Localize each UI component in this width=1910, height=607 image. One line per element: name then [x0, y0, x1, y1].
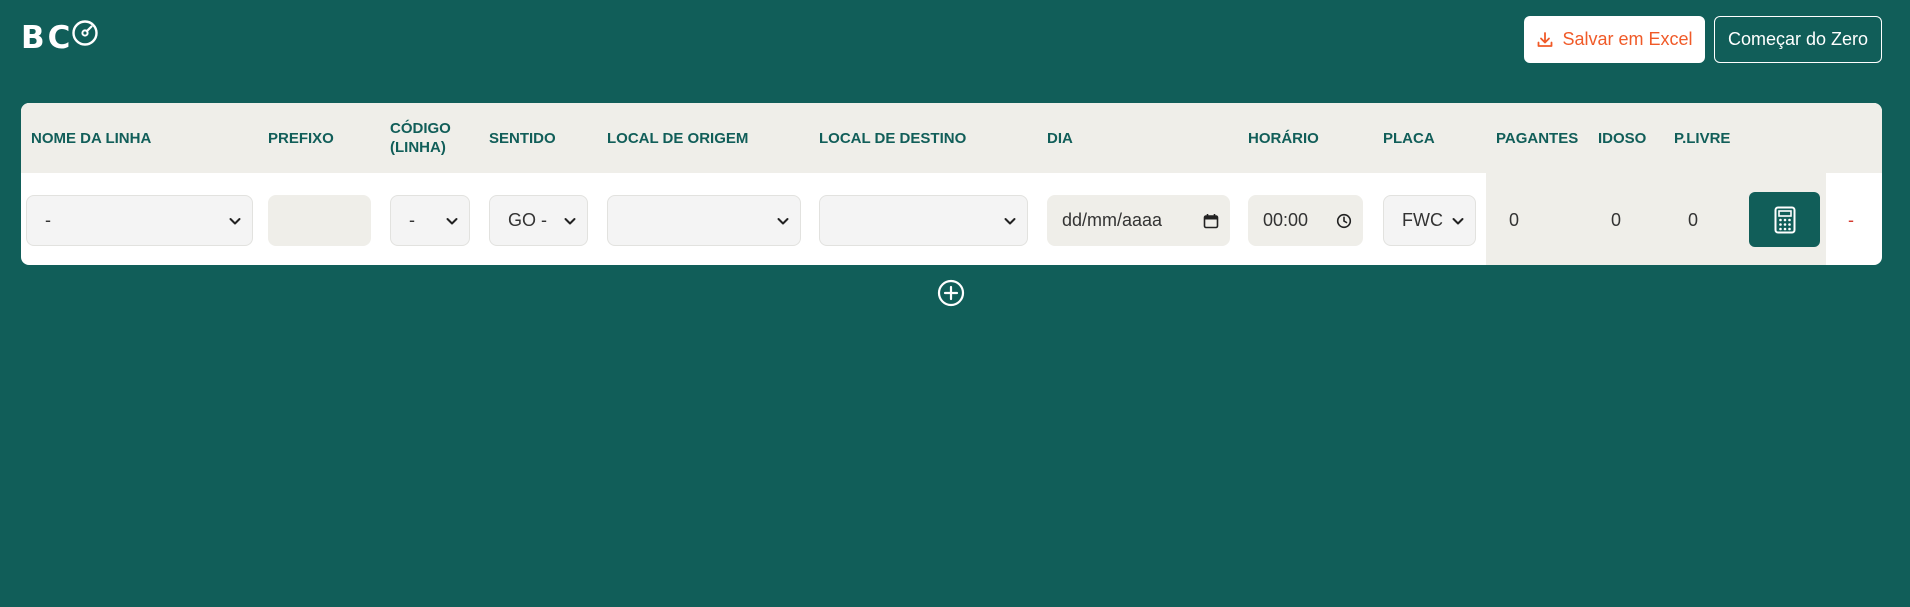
p-livre-value: 0 [1688, 210, 1699, 230]
chevron-down-icon [229, 217, 241, 224]
horario-time-input[interactable]: 00:00 [1248, 195, 1363, 246]
nome-linha-value: - [45, 210, 51, 230]
calendar-icon [1203, 213, 1219, 228]
app-logo: BC [21, 20, 99, 56]
codigo-linha-select[interactable]: - [390, 195, 470, 246]
remove-row-button[interactable]: - [1841, 195, 1861, 246]
col-horario: HORÁRIO [1248, 129, 1319, 147]
clock-icon [1336, 213, 1352, 228]
plus-circle-icon[interactable] [937, 279, 965, 307]
prefixo-input[interactable] [268, 195, 371, 246]
chevron-down-icon [1452, 217, 1464, 224]
gauge-icon [72, 20, 99, 46]
chevron-down-icon [1004, 217, 1016, 224]
col-placa: PLACA [1383, 129, 1435, 147]
start-over-button[interactable]: Começar do Zero [1714, 16, 1882, 63]
save-excel-label: Salvar em Excel [1562, 29, 1693, 49]
trip-table: NOME DA LINHA PREFIXO CÓDIGO (LINHA) SEN… [21, 103, 1882, 265]
local-destino-select[interactable] [819, 195, 1028, 246]
sentido-select[interactable]: GO - [489, 195, 588, 246]
col-nome-da-linha: NOME DA LINHA [31, 129, 152, 147]
save-excel-button[interactable]: Salvar em Excel [1524, 16, 1705, 63]
dia-date-input[interactable]: dd/mm/aaaa [1047, 195, 1230, 246]
start-over-label: Começar do Zero [1727, 29, 1869, 49]
col-p-livre: P.LIVRE [1674, 129, 1731, 147]
col-codigo-linha: CÓDIGO (LINHA) [390, 120, 451, 156]
idoso-value: 0 [1611, 210, 1622, 230]
calculate-button[interactable] [1749, 192, 1820, 247]
codigo-linha-value: - [409, 210, 415, 230]
logo-text: BC [21, 20, 74, 56]
placa-select[interactable]: FWC [1383, 195, 1476, 246]
chevron-down-icon [777, 217, 789, 224]
col-local-destino: LOCAL DE DESTINO [819, 129, 967, 147]
col-local-origem: LOCAL DE ORIGEM [607, 129, 749, 147]
col-prefixo: PREFIXO [268, 129, 334, 147]
dia-value: dd/mm/aaaa [1062, 210, 1163, 230]
col-sentido: SENTIDO [489, 129, 556, 147]
sentido-value: GO - [508, 210, 547, 230]
table-header: NOME DA LINHA PREFIXO CÓDIGO (LINHA) SEN… [21, 103, 1882, 173]
calculator-icon [1774, 206, 1795, 233]
placa-value: FWC [1402, 210, 1443, 230]
local-origem-select[interactable] [607, 195, 801, 246]
chevron-down-icon [446, 217, 458, 224]
col-dia: DIA [1047, 129, 1073, 147]
nome-linha-select[interactable]: - [26, 195, 253, 246]
chevron-down-icon [564, 217, 576, 224]
col-pagantes: PAGANTES [1496, 129, 1579, 147]
horario-value: 00:00 [1263, 210, 1309, 230]
download-icon [1538, 31, 1553, 47]
pagantes-value: 0 [1509, 210, 1520, 230]
col-idoso: IDOSO [1598, 129, 1647, 147]
